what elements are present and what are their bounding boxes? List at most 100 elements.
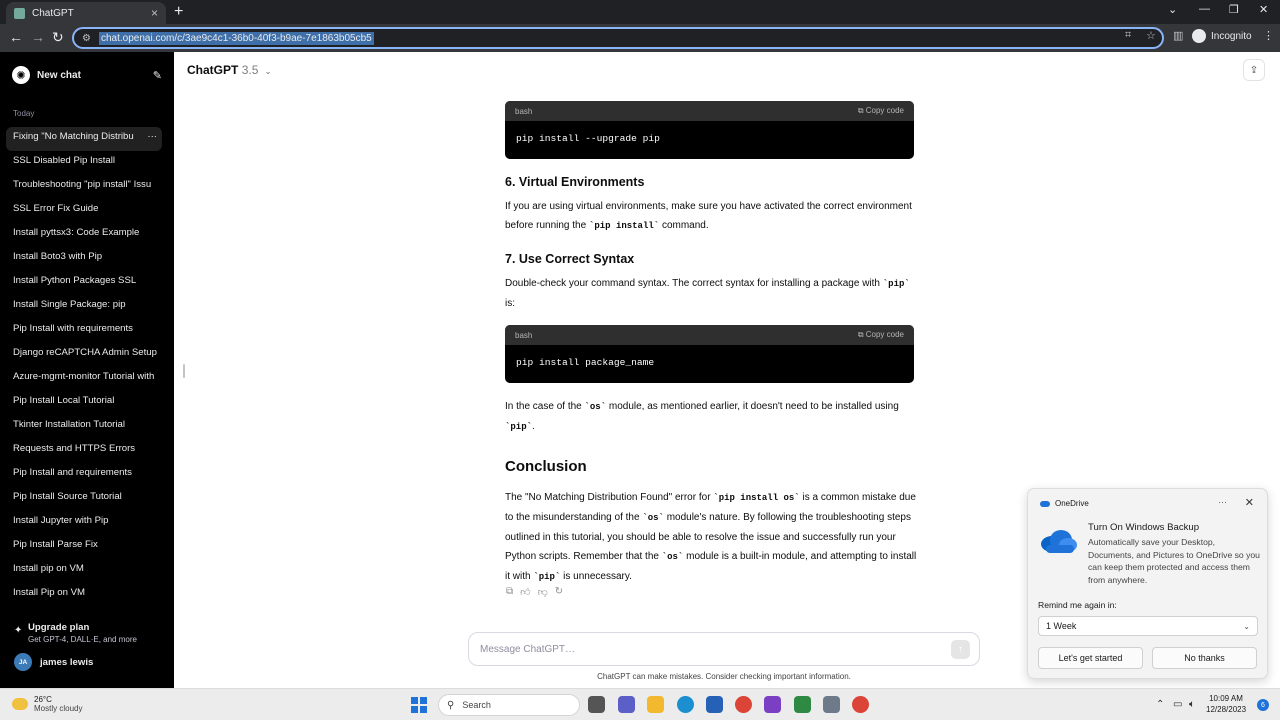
inline-code: `pip` — [505, 422, 533, 432]
task-view-icon[interactable] — [588, 696, 605, 713]
network-icon[interactable]: ▭ — [1173, 699, 1182, 710]
incognito-icon — [1192, 29, 1206, 43]
chrome-icon[interactable] — [735, 696, 752, 713]
chatgpt-favicon-icon — [14, 7, 25, 19]
forward-icon[interactable]: → — [31, 29, 45, 45]
url-text[interactable]: chat.openai.com/c/3ae9c4c1-36b0-40f3-b9a… — [98, 31, 374, 45]
more-options-icon[interactable]: ··· — [142, 127, 157, 147]
chat-item[interactable]: Azure-mgmt-monitor Tutorial with — [6, 367, 162, 391]
restore-icon[interactable]: ❐ — [1229, 3, 1239, 16]
chat-item[interactable]: Pip Install and requirements — [6, 463, 162, 487]
onedrive-small-icon — [1040, 500, 1050, 507]
new-tab-icon[interactable]: + — [174, 3, 183, 21]
section-heading: 6. Virtual Environments — [505, 175, 645, 189]
start-button[interactable] — [411, 697, 427, 713]
share-icon[interactable]: ⇪ — [1243, 59, 1265, 81]
chat-item-active[interactable]: Fixing "No Matching Distribu ··· — [6, 127, 162, 151]
temperature: 26°C — [34, 695, 52, 704]
compose-icon[interactable]: ✎ — [153, 69, 162, 82]
excel-icon[interactable] — [794, 696, 811, 713]
bookmark-star-icon[interactable]: ☆ — [1146, 29, 1156, 42]
address-bar[interactable]: ⚙ chat.openai.com/c/3ae9c4c1-36b0-40f3-b… — [72, 27, 1164, 49]
chat-item[interactable]: Pip Install with requirements — [6, 319, 162, 343]
chat-item[interactable]: Django reCAPTCHA Admin Setup — [6, 343, 162, 367]
clock[interactable]: 10:09 AM 12/28/2023 — [1206, 693, 1246, 715]
weather-icon — [12, 698, 28, 710]
regenerate-icon[interactable]: ↻ — [555, 586, 563, 598]
thumbs-up-icon[interactable]: 👍︎ — [520, 586, 530, 598]
remind-select[interactable]: 1 Week ⌄ — [1038, 616, 1258, 636]
message-composer: ↑ — [468, 632, 980, 666]
chat-item[interactable]: Install Pip on VM — [6, 583, 162, 607]
thumbs-down-icon[interactable]: 👎︎ — [538, 586, 548, 598]
lets-get-started-button[interactable]: Let's get started — [1038, 647, 1143, 669]
chat-item[interactable]: Install Boto3 with Pip — [6, 247, 162, 271]
edge-icon[interactable] — [677, 696, 694, 713]
taskbar-search[interactable]: ⚲ Search — [438, 694, 580, 716]
copy-icon[interactable]: ⧉ — [506, 586, 513, 598]
teams-icon[interactable] — [618, 696, 635, 713]
copy-code-button[interactable]: ⧉ Copy code — [858, 106, 904, 116]
inline-code: `os` — [584, 402, 607, 412]
chat-item[interactable]: SSL Error Fix Guide — [6, 199, 162, 223]
chat-item[interactable]: Pip Install Local Tutorial — [6, 391, 162, 415]
chrome-active-icon[interactable] — [852, 696, 869, 713]
back-icon[interactable]: ← — [9, 29, 23, 45]
disclaimer-text: ChatGPT can make mistakes. Consider chec… — [597, 672, 851, 681]
weather-condition: Mostly cloudy — [34, 704, 83, 713]
reload-icon[interactable]: ↻ — [52, 29, 64, 46]
chat-item[interactable]: Install pip on VM — [6, 559, 162, 583]
chat-item[interactable]: Pip Install Parse Fix — [6, 535, 162, 559]
chat-item[interactable]: SSL Disabled Pip Install — [6, 151, 162, 175]
sidebar-resize-handle[interactable] — [183, 364, 185, 378]
user-name: james lewis — [40, 656, 94, 668]
message-actions: ⧉ 👍︎ 👎︎ ↻ — [506, 586, 563, 598]
remind-label: Remind me again in: — [1038, 600, 1117, 610]
copy-code-button[interactable]: ⧉ Copy code — [858, 330, 904, 340]
store-icon[interactable] — [706, 696, 723, 713]
weather-widget[interactable]: 26°C Mostly cloudy — [12, 695, 82, 713]
paragraph: The "No Matching Distribution Found" err… — [505, 492, 917, 582]
notification-title: Turn On Windows Backup — [1088, 522, 1200, 533]
conclusion-heading: Conclusion — [505, 458, 587, 475]
code-text: pip install package_name — [516, 357, 655, 368]
chat-item[interactable]: Install Python Packages SSL — [6, 271, 162, 295]
more-options-icon[interactable]: ··· — [1218, 497, 1227, 507]
site-info-icon[interactable]: ⚙ — [82, 33, 91, 44]
message-input[interactable] — [480, 643, 920, 655]
chevron-up-icon[interactable]: ⌃ — [1156, 699, 1164, 710]
minimize-icon[interactable]: — — [1199, 3, 1210, 15]
chat-item[interactable]: Install pyttsx3: Code Example — [6, 223, 162, 247]
arrow-up-icon: ↑ — [958, 644, 963, 655]
model-selector[interactable]: ChatGPT 3.5 ⌄ — [187, 63, 271, 77]
upgrade-plan-button[interactable]: ✦ Upgrade plan Get GPT-4, DALL·E, and mo… — [14, 622, 164, 644]
volume-icon[interactable]: 🔈︎ — [1189, 699, 1195, 710]
app-icon[interactable] — [764, 696, 781, 713]
chat-history-list: Fixing "No Matching Distribu ··· SSL Disa… — [6, 127, 162, 607]
close-window-icon[interactable]: ✕ — [1259, 3, 1268, 16]
chat-item[interactable]: Requests and HTTPS Errors — [6, 439, 162, 463]
chat-item[interactable]: Pip Install Source Tutorial — [6, 487, 162, 511]
send-button[interactable]: ↑ — [951, 640, 970, 659]
no-thanks-button[interactable]: No thanks — [1152, 647, 1257, 669]
chat-item[interactable]: Tkinter Installation Tutorial — [6, 415, 162, 439]
incognito-profile[interactable]: Incognito — [1192, 29, 1252, 43]
chat-item[interactable]: Install Single Package: pip — [6, 295, 162, 319]
user-menu[interactable]: JA james lewis — [14, 653, 93, 671]
time: 10:09 AM — [1209, 694, 1243, 703]
close-tab-icon[interactable]: × — [151, 6, 158, 20]
notification-badge[interactable]: 6 — [1257, 699, 1269, 711]
close-icon[interactable]: ✕ — [1245, 496, 1254, 509]
chat-item[interactable]: Install Jupyter with Pip — [6, 511, 162, 535]
app-icon[interactable] — [823, 696, 840, 713]
chevron-down-icon: ⌄ — [1243, 621, 1250, 631]
side-panel-icon[interactable]: ▥ — [1173, 29, 1183, 42]
file-explorer-icon[interactable] — [647, 696, 664, 713]
browser-tab[interactable]: ChatGPT × — [6, 2, 166, 24]
tab-search-icon[interactable]: ⌄ — [1168, 3, 1177, 16]
browser-menu-icon[interactable]: ⋮ — [1263, 29, 1274, 42]
new-chat-button[interactable]: ✺ New chat ✎ — [12, 64, 162, 86]
install-app-icon[interactable]: ⌗ — [1125, 29, 1131, 42]
paragraph: If you are using virtual environments, m… — [505, 201, 912, 231]
chat-item[interactable]: Troubleshooting "pip install" Issu — [6, 175, 162, 199]
